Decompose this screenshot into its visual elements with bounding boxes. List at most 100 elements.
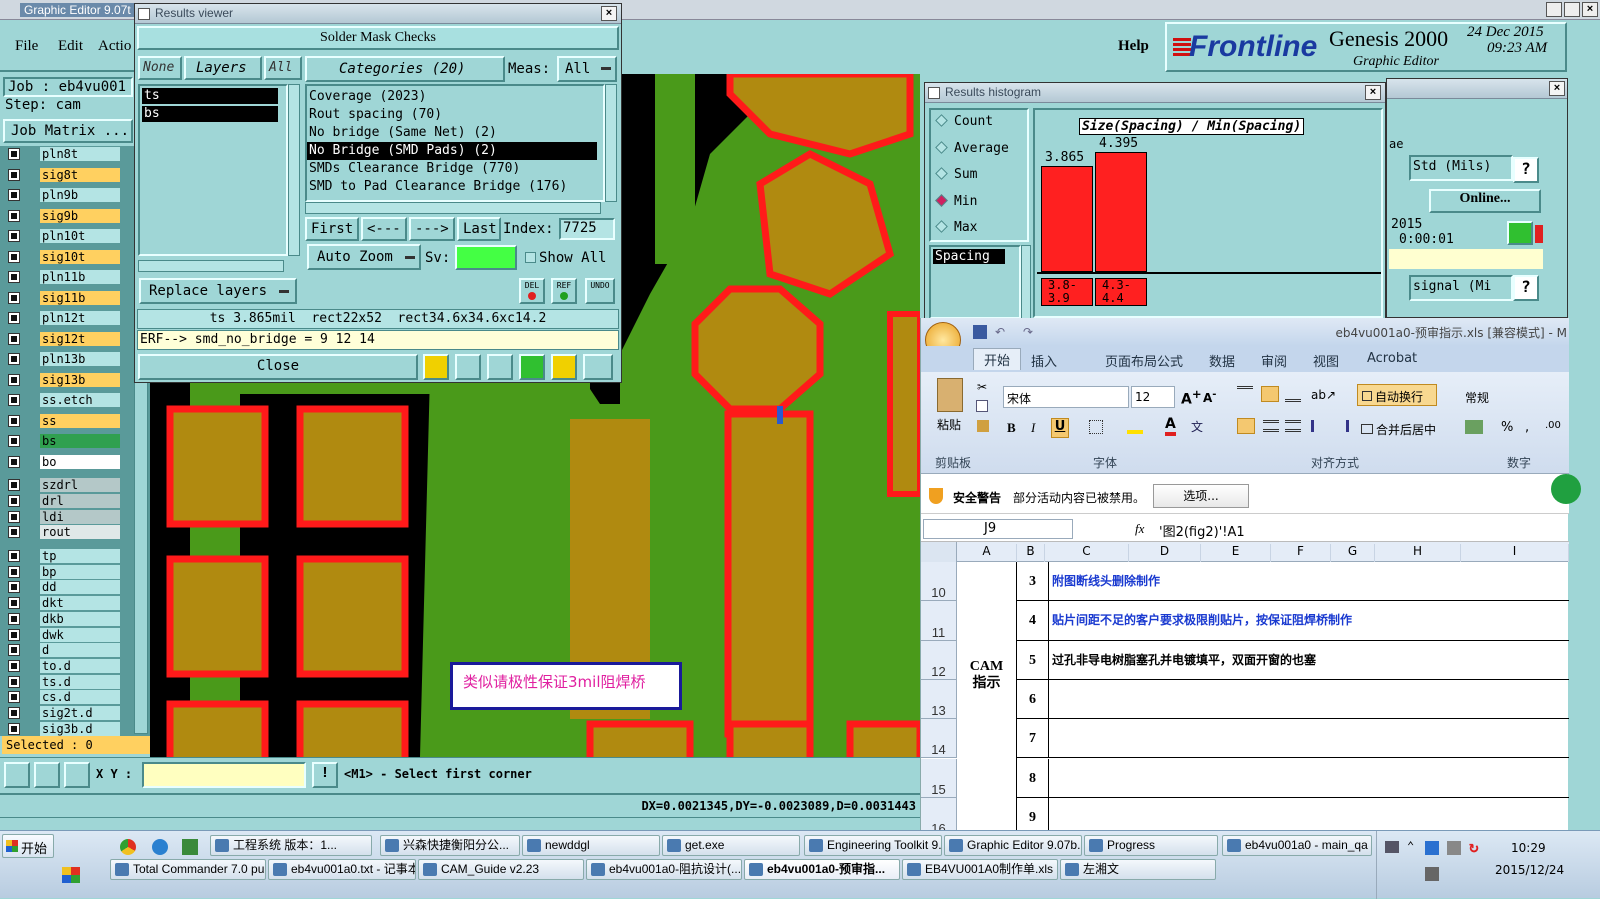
cell-c[interactable] <box>1049 759 1569 798</box>
next-button[interactable]: ---> <box>409 217 455 241</box>
taskbar-button[interactable]: Graphic Editor 9.07b... <box>944 835 1082 856</box>
layer-name[interactable]: rout <box>40 525 120 540</box>
alert-icon[interactable]: ! <box>312 762 338 788</box>
layer-checkbox[interactable] <box>8 271 20 283</box>
layer-checkbox[interactable] <box>8 494 20 507</box>
sheet-grid[interactable]: CAM 指示 10 3 附图断线头删除制作 11 4 贴片间距不足的客户要求极限削贴片，按保… <box>921 562 1569 838</box>
taskbar-button[interactable]: Progress <box>1084 835 1218 856</box>
increase-indent-icon[interactable] <box>1333 420 1349 432</box>
cut-icon[interactable]: ✂ <box>977 380 987 394</box>
layer-name[interactable]: bs <box>40 434 120 448</box>
tray-app-icon[interactable] <box>1425 841 1439 855</box>
maximize-icon[interactable] <box>1564 2 1580 17</box>
sv-color-select[interactable] <box>455 245 517 270</box>
menu-edit[interactable]: Edit <box>58 38 83 55</box>
layer-checkbox[interactable] <box>8 510 20 523</box>
copy-icon[interactable] <box>976 400 988 412</box>
taskbar-button[interactable]: 兴森快捷衡阳分公... <box>380 835 520 856</box>
layer-row[interactable]: to.d <box>6 658 122 673</box>
window-controls[interactable]: × <box>1546 2 1598 18</box>
layer-row[interactable]: bs <box>6 434 122 448</box>
spacing-list[interactable]: Spacing <box>929 245 1021 319</box>
layer-checkbox[interactable] <box>8 435 20 447</box>
select-all-corner[interactable] <box>921 542 957 562</box>
layer-row[interactable]: dwk <box>6 627 122 642</box>
grid-tool-icon[interactable] <box>64 762 90 788</box>
layer-row[interactable]: d <box>6 643 122 658</box>
signal-field[interactable]: signal (Mi <box>1409 275 1513 301</box>
zoom-tool-icon[interactable] <box>4 762 30 788</box>
layer-row[interactable]: tp <box>6 549 122 563</box>
layer-row[interactable]: sig8t <box>6 167 122 182</box>
cell-c[interactable] <box>1049 680 1569 720</box>
row-header[interactable]: 11 <box>921 601 957 641</box>
phonetic-icon[interactable]: 文 <box>1191 418 1203 435</box>
prev-button[interactable]: <--- <box>361 217 407 241</box>
layer-checkbox[interactable] <box>8 550 20 562</box>
cell-b[interactable]: 3 <box>1017 562 1049 602</box>
layers-button[interactable]: Layers <box>184 56 262 80</box>
histogram-titlebar[interactable]: Results histogram <box>925 83 1385 103</box>
all-layers-button[interactable]: All <box>264 56 302 80</box>
layer-row[interactable]: dkb <box>6 611 122 626</box>
index-input[interactable]: 7725 <box>559 218 615 240</box>
layer-row[interactable]: pln9b <box>6 188 122 202</box>
cell-b[interactable]: 6 <box>1017 679 1049 720</box>
cell-c[interactable]: 过孔非导电树脂塞孔并电镀填平，双面开窗的也塞 <box>1049 641 1569 680</box>
formula-text[interactable]: '图2(fig2)'!A1 <box>1159 521 1245 540</box>
taskbar-button[interactable]: eb4vu001a0-预审指... <box>744 859 900 880</box>
taskbar-button[interactable]: Total Commander 7.0 pu... <box>110 859 266 880</box>
column-header[interactable]: H <box>1375 544 1461 562</box>
align-top-icon[interactable] <box>1237 386 1253 398</box>
category-item[interactable]: SMDs Clearance Bridge (770) <box>307 160 603 178</box>
chrome-icon[interactable] <box>120 839 136 855</box>
histogram-option[interactable]: Average <box>935 141 1009 161</box>
cell-c[interactable]: 贴片间距不足的客户要求极限削贴片，按保证阻焊桥制作 <box>1049 601 1569 641</box>
layer-row[interactable]: szdrl <box>6 478 122 493</box>
layer-name[interactable]: ts.d <box>40 674 120 689</box>
layer-checkbox[interactable] <box>8 414 20 427</box>
layer-name[interactable]: sig10t <box>40 249 120 264</box>
layer-name[interactable]: dkb <box>40 611 120 626</box>
undo-button[interactable]: UNDO <box>585 278 615 304</box>
layer-checkbox[interactable] <box>8 189 20 201</box>
layer-name[interactable]: ldi <box>40 509 120 524</box>
layer-checkbox[interactable] <box>8 168 20 181</box>
results-viewer-close-icon[interactable]: × <box>601 6 617 21</box>
layer-name[interactable]: sig13b <box>40 372 120 387</box>
layer-checkbox[interactable] <box>8 675 20 688</box>
minimize-icon[interactable] <box>1546 2 1562 17</box>
help-button-2[interactable]: ? <box>1513 275 1539 301</box>
category-item[interactable]: No bridge (Same Net) (2) <box>307 124 603 142</box>
cell-b[interactable]: 5 <box>1017 640 1049 680</box>
last-button[interactable]: Last <box>457 217 501 241</box>
layer-row[interactable]: bo <box>6 454 122 469</box>
menu-help[interactable]: Help <box>1118 38 1149 55</box>
font-size-select[interactable]: 12 <box>1131 386 1175 408</box>
show-all-checkbox[interactable] <box>525 252 536 263</box>
paste-icon[interactable] <box>937 378 963 412</box>
comma-icon[interactable]: , <box>1525 420 1529 435</box>
name-box[interactable]: J9 <box>923 519 1073 539</box>
options-button[interactable]: 选项... <box>1153 484 1249 508</box>
layer-row[interactable]: ss.etch <box>6 393 122 407</box>
first-button[interactable]: First <box>305 217 359 241</box>
layer-checkbox[interactable] <box>8 373 20 386</box>
underline-icon[interactable]: U <box>1051 418 1069 438</box>
layer-name[interactable]: bp <box>40 564 120 579</box>
layer-checkbox[interactable] <box>8 230 20 242</box>
cell-b[interactable]: 7 <box>1017 719 1049 759</box>
row-header[interactable]: 15 <box>921 758 957 798</box>
layer-row[interactable]: ldi <box>6 509 122 524</box>
layer-checkbox[interactable] <box>8 455 20 468</box>
taskbar-button[interactable]: newddgl <box>522 835 660 856</box>
layer-checkbox[interactable] <box>8 597 20 610</box>
layer-name[interactable]: sig12t <box>40 331 120 346</box>
undo-icon[interactable]: ↶ <box>995 325 1017 339</box>
exclude-icon[interactable] <box>487 354 513 380</box>
column-header[interactable]: B <box>1017 544 1045 562</box>
category-item[interactable]: Coverage (2023) <box>307 88 603 106</box>
layer-row[interactable]: sig2t.d <box>6 706 122 720</box>
layer-checkbox[interactable] <box>8 479 20 492</box>
layer-name[interactable]: sig3b.d <box>40 721 120 736</box>
